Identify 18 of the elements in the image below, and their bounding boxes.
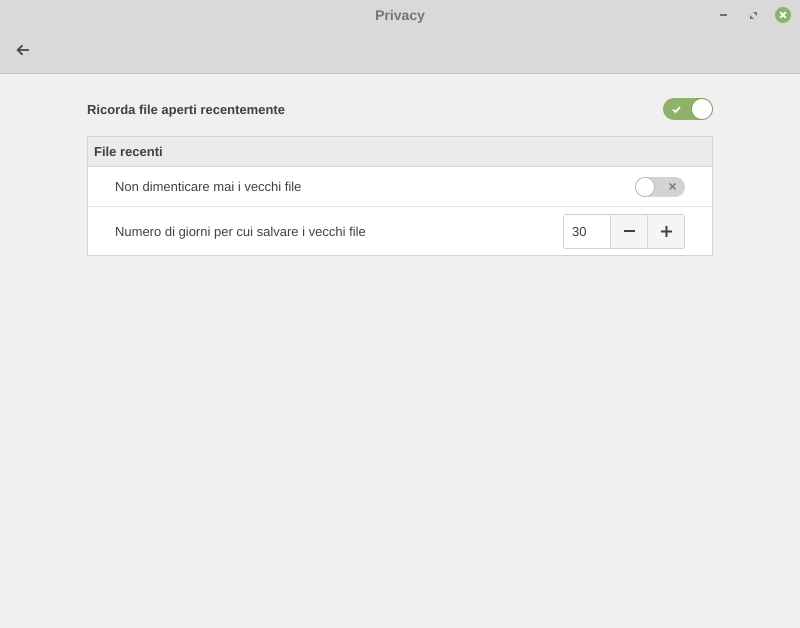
check-icon [672,106,681,112]
increment-button[interactable] [647,214,684,248]
toggle-switch[interactable] [635,176,685,196]
minus-icon [624,230,634,232]
toggle-switch[interactable] [663,98,713,120]
close-button[interactable] [775,7,791,23]
number-spin-field[interactable]: 30 [563,214,685,248]
setting-label: Ricorda file aperti recentemente [87,102,285,116]
window-title: Privacy [375,7,425,23]
close-icon [775,7,791,23]
section-title: File recenti [94,144,163,159]
plus-icon [660,226,672,236]
setting-label: Non dimenticare mai i vecchi file [115,179,302,194]
maximize-icon [750,12,756,18]
minimize-icon [720,14,726,16]
back-arrow-icon [16,44,30,56]
close-icon [669,183,676,190]
setting-label: Numero di giorni per cui salvare i vecchi file [115,224,366,238]
